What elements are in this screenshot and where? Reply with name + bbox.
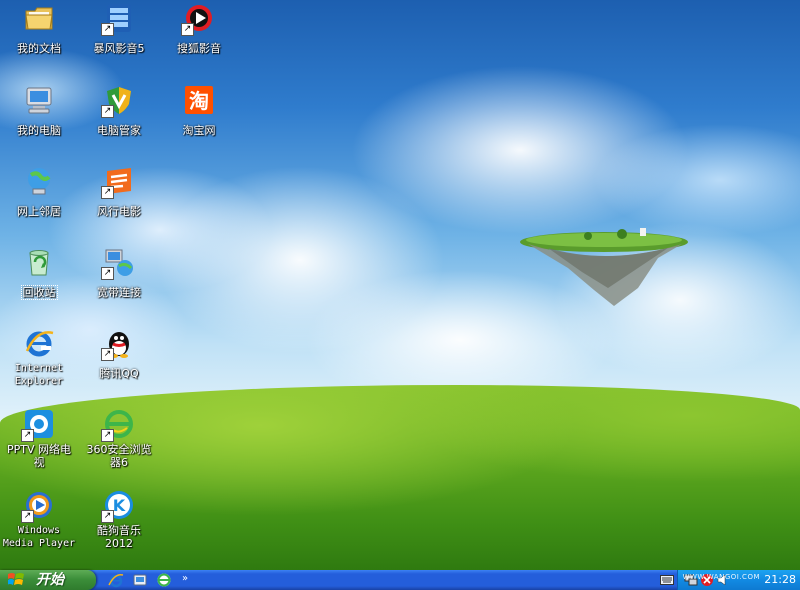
site-watermark: WWW.WANGOI.COM (682, 573, 760, 581)
baofeng-player-icon: ↗ (101, 2, 135, 36)
windows-logo-icon (8, 573, 24, 585)
shortcut-arrow-icon: ↗ (101, 510, 114, 523)
shortcut-arrow-icon: ↗ (101, 348, 114, 361)
desktop-icon-label: Internet Explorer (14, 363, 64, 387)
360-browser-icon[interactable] (156, 572, 172, 588)
desktop-icon-kugou-music[interactable]: K ↗ 酷狗音乐 2012 (80, 489, 158, 551)
funshion-icon: ↗ (101, 165, 135, 199)
sohu-video-icon: ↗ (181, 2, 215, 36)
desktop-icon-label: 暴风影音5 (93, 42, 145, 55)
pptv-icon: ↗ (21, 408, 55, 442)
desktop-icon-network-places[interactable]: 网上邻居 (0, 165, 78, 219)
shortcut-arrow-icon: ↗ (101, 429, 114, 442)
shortcut-arrow-icon: ↗ (101, 267, 114, 280)
pc-manager-shield-icon: ↗ (101, 84, 135, 118)
start-label: 开始 (36, 572, 64, 588)
desktop-icon-label: 360安全浏览 器6 (86, 443, 152, 469)
svg-text:淘: 淘 (189, 89, 209, 113)
floating-island-image (520, 228, 688, 306)
internet-explorer-icon[interactable] (108, 572, 124, 588)
kugou-music-icon: K ↗ (101, 489, 135, 523)
desktop-icon-label: Windows Media Player (2, 525, 76, 549)
desktop-icon-label: 腾讯QQ (99, 367, 139, 380)
broadband-connection-icon: ↗ (101, 246, 135, 280)
network-places-icon (23, 165, 55, 197)
my-documents-folder-icon (23, 2, 55, 34)
desktop-icon-sohu-video[interactable]: ↗ 搜狐影音 (160, 2, 238, 56)
quick-launch-more-button[interactable]: » (182, 572, 188, 586)
desktop-icon-label: 风行电影 (97, 205, 141, 218)
shortcut-arrow-icon: ↗ (101, 186, 114, 199)
desktop-icon-taobao[interactable]: 淘 淘宝网 (160, 84, 238, 138)
desktop-icon-label: 宽带连接 (97, 286, 141, 299)
shortcut-arrow-icon: ↗ (101, 23, 114, 36)
desktop-icon-internet-explorer[interactable]: Internet Explorer (0, 327, 78, 388)
start-button[interactable]: 开始 (0, 570, 96, 590)
desktop-icon-label: 电脑管家 (97, 124, 141, 137)
desktop-icon-my-computer[interactable]: 我的电脑 (0, 84, 78, 138)
svg-text:K: K (113, 496, 126, 515)
shortcut-arrow-icon: ↗ (101, 105, 114, 118)
qq-penguin-icon: ↗ (101, 327, 135, 361)
desktop-icon-windows-media-player[interactable]: ↗ Windows Media Player (0, 489, 78, 550)
desktop-icon-pptv[interactable]: ↗ PPTV 网络电 视 (0, 408, 78, 470)
desktop-icon-recycle-bin[interactable]: 回收站 (0, 246, 78, 300)
taobao-icon: 淘 (183, 84, 215, 116)
desktop-icon-label: 网上邻居 (17, 205, 61, 218)
desktop-icon-baofeng-player[interactable]: ↗ 暴风影音5 (80, 2, 158, 56)
taskbar: 开始 » 21:28 (0, 570, 800, 590)
desktop-icon-my-documents[interactable]: 我的文档 (0, 2, 78, 56)
desktop-icon-label: 淘宝网 (182, 124, 216, 137)
desktop-icon-funshion[interactable]: ↗ 风行电影 (80, 165, 158, 219)
shortcut-arrow-icon: ↗ (21, 510, 34, 523)
tray-clock[interactable]: 21:28 (764, 570, 796, 590)
my-computer-icon (23, 84, 55, 116)
desktop-icon-qq[interactable]: ↗ 腾讯QQ (80, 327, 158, 381)
desktop-icon-label: 我的电脑 (17, 124, 61, 137)
keyboard-icon[interactable] (660, 575, 674, 585)
desktop-icon-label: 回收站 (20, 285, 58, 300)
shortcut-arrow-icon: ↗ (21, 429, 34, 442)
desktop-icon-label: 搜狐影音 (177, 42, 221, 55)
desktop-icon-pc-manager[interactable]: ↗ 电脑管家 (80, 84, 158, 138)
shortcut-arrow-icon: ↗ (181, 23, 194, 36)
recycle-bin-icon (23, 246, 55, 278)
desktop-icon-label: 酷狗音乐 2012 (97, 524, 141, 550)
show-desktop-icon[interactable] (132, 572, 148, 588)
windows-media-player-icon: ↗ (21, 489, 55, 523)
desktop-icon-label: 我的文档 (17, 42, 61, 55)
desktop-icon-broadband[interactable]: ↗ 宽带连接 (80, 246, 158, 300)
360-browser-icon: ↗ (101, 408, 135, 442)
internet-explorer-icon (23, 327, 55, 359)
desktop-icon-360-browser[interactable]: ↗ 360安全浏览 器6 (80, 408, 158, 470)
desktop-icon-label: PPTV 网络电 视 (6, 443, 71, 469)
